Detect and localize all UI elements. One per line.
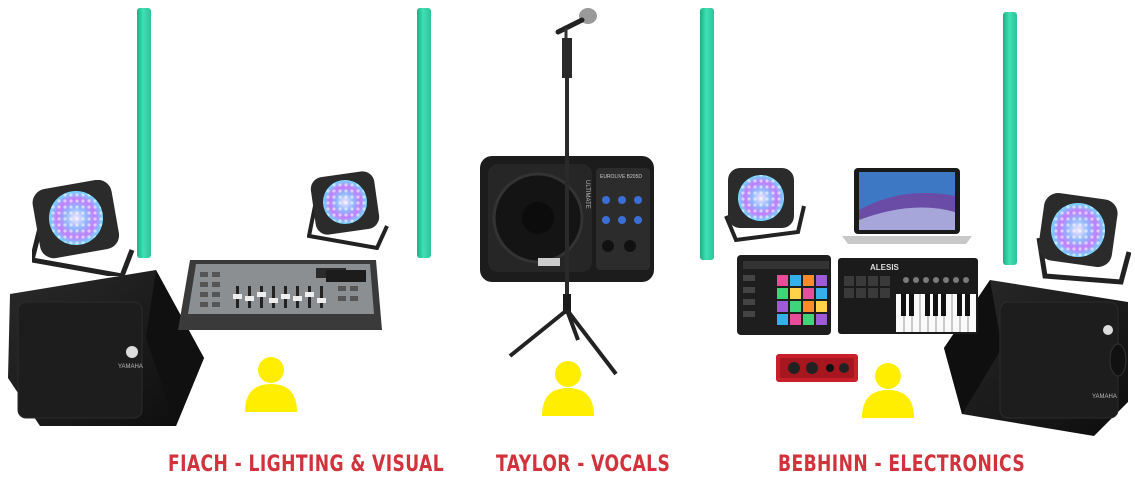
position-label-vocals: TAYLOR - VOCALS [496,452,671,477]
position-label-lighting: FIACH - LIGHTING & VISUAL [168,452,445,477]
position-label-electronics: BEBHINN - ELECTRONICS [778,452,1026,477]
speaker-brand-text: YAMAHA [1092,394,1117,400]
led-par-light-icon [307,170,391,250]
person-icon [860,362,916,418]
drum-pad-controller-icon [735,253,833,337]
led-par-light-icon [32,180,136,276]
led-par-light-icon [722,166,806,246]
led-tube-icon [417,8,431,258]
person-icon [540,360,596,416]
led-tube-icon [137,8,151,258]
led-par-light-icon [1035,192,1131,286]
led-tube-icon [1003,12,1017,265]
person-icon [243,356,299,412]
led-tube-icon [700,8,714,260]
midi-keyboard-icon: ALESIS [836,256,980,336]
keyboard-brand-text: ALESIS [870,263,900,272]
laptop-icon [842,166,972,246]
audio-interface-icon [774,352,860,384]
microphone-stand-icon [498,4,628,392]
dmx-controller-icon [176,256,384,334]
speaker-brand-text: YAMAHA [118,364,143,370]
